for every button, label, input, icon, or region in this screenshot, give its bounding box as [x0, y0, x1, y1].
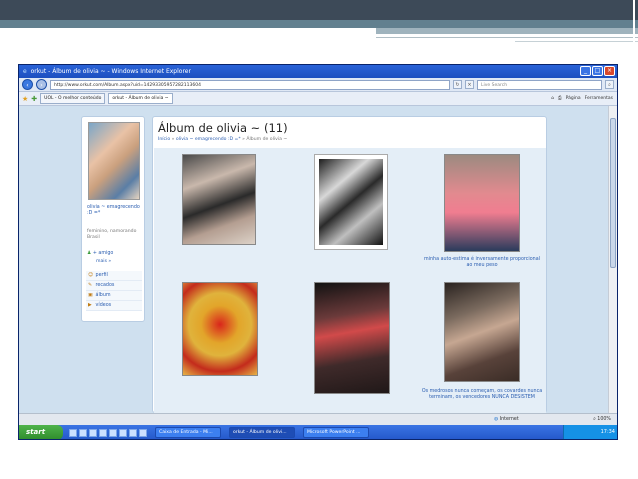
quick-launch-icon[interactable] — [139, 428, 147, 437]
maximize-icon[interactable]: □ — [592, 66, 603, 76]
slide-accent-stripe-short — [376, 28, 638, 34]
menu-item-label: recados — [95, 283, 115, 288]
profile-menu: ☺ perfil ✎ recados ▣ álbum ▶ vídeos — [86, 271, 142, 311]
refresh-icon[interactable]: ↻ — [453, 80, 462, 89]
photo-thumbnail[interactable] — [444, 154, 520, 252]
scrollbar-thumb[interactable] — [610, 118, 616, 268]
breadcrumb-home[interactable]: Início — [158, 137, 170, 142]
photo-thumbnail[interactable] — [182, 154, 256, 245]
back-arrow-icon[interactable]: ‹ — [22, 79, 33, 90]
photo-thumbnail[interactable] — [182, 282, 258, 376]
add-friend-icon: ♟ — [87, 251, 92, 256]
home-icon[interactable]: ⌂ — [551, 94, 554, 104]
quick-launch-icon[interactable] — [109, 428, 117, 437]
add-friend-label: + amigo — [92, 251, 114, 256]
profile-sidebar: olivia ~ emagrecendo :D =* feminino, nam… — [81, 116, 145, 322]
forward-arrow-icon[interactable]: › — [36, 79, 47, 90]
tab-orkut-album[interactable]: orkut - Álbum de olivia ~ — [108, 93, 173, 104]
profile-name[interactable]: olivia ~ emagrecendo :D =* — [87, 205, 143, 217]
menu-item-album[interactable]: ▣ álbum — [86, 291, 142, 301]
vertical-scrollbar[interactable] — [608, 106, 617, 413]
menu-item-label: álbum — [95, 293, 111, 298]
more-link[interactable]: mais » — [96, 259, 111, 264]
quick-launch-icon[interactable] — [119, 428, 127, 437]
scraps-icon: ✎ — [88, 283, 93, 288]
tab-bar: ★ ✚ UOL - O melhor conteúdo orkut - Álbu… — [19, 92, 617, 106]
window-controls: _ □ × — [580, 66, 615, 76]
browser-window: e orkut - Álbum de olivia ~ - Windows In… — [18, 64, 618, 440]
tools-menu[interactable]: Ferramentas — [585, 94, 613, 104]
slide-divider-line — [376, 37, 638, 38]
quick-launch-icon[interactable] — [69, 428, 77, 437]
page-viewport: olivia ~ emagrecendo :D =* feminino, nam… — [19, 106, 609, 414]
globe-icon: ◍ — [494, 417, 499, 422]
add-friend-link[interactable]: ♟ + amigo — [87, 251, 113, 256]
add-favorites-icon[interactable]: ✚ — [31, 95, 37, 103]
album-title: Álbum de olivia ~ (11) — [158, 121, 288, 135]
menu-item-label: vídeos — [95, 303, 112, 308]
system-tray: 17:34 — [563, 425, 617, 439]
photo-caption[interactable]: minha auto-estima é inversamente proporc… — [421, 257, 543, 269]
breadcrumb-profile[interactable]: olivia ~ emagrecendo :D =* — [176, 137, 241, 142]
minimize-icon[interactable]: _ — [580, 66, 591, 76]
stop-icon[interactable]: × — [465, 80, 474, 89]
address-bar: ‹ › http://www.orkut.com/Album.aspx?uid=… — [19, 78, 617, 92]
video-icon: ▶ — [88, 303, 92, 308]
photo-thumbnail[interactable] — [314, 282, 390, 394]
tab-uol[interactable]: UOL - O melhor conteúdo — [40, 93, 106, 104]
security-zone[interactable]: ◍ Internet — [494, 414, 519, 425]
slide-divider-line-short — [515, 41, 638, 42]
album-panel: Álbum de olivia ~ (11) Início » olivia ~… — [152, 116, 547, 414]
search-icon[interactable]: ⌕ — [605, 80, 614, 89]
profile-details: feminino, namorando Brasil — [87, 229, 137, 240]
menu-item-label: perfil — [95, 273, 108, 278]
zoom-level[interactable]: ⌕ 100% — [593, 414, 611, 425]
favorites-star-icon[interactable]: ★ — [22, 95, 28, 103]
quick-launch-icon[interactable] — [89, 428, 97, 437]
menu-item-videos[interactable]: ▶ vídeos — [86, 301, 142, 311]
search-input[interactable]: Live Search — [477, 79, 602, 90]
page-menu[interactable]: Página — [566, 94, 581, 104]
profile-photo[interactable] — [88, 122, 140, 200]
window-titlebar: e orkut - Álbum de olivia ~ - Windows In… — [19, 65, 617, 78]
menu-item-profile[interactable]: ☺ perfil — [86, 271, 142, 281]
quick-launch-icon[interactable] — [99, 428, 107, 437]
start-button[interactable]: start — [19, 425, 63, 439]
quick-launch-icon[interactable] — [129, 428, 137, 437]
clock[interactable]: 17:34 — [601, 429, 615, 435]
quick-launch — [69, 428, 147, 437]
status-bar: ◍ Internet ⌕ 100% — [19, 413, 617, 425]
photo-image — [319, 159, 383, 245]
close-icon[interactable]: × — [604, 66, 615, 76]
quick-launch-icon[interactable] — [79, 428, 87, 437]
breadcrumb: Início » olivia ~ emagrecendo :D =* » Ál… — [158, 137, 287, 142]
print-icon[interactable]: ⎙ — [558, 94, 562, 104]
command-bar: ⌂ ⎙ Página Ferramentas — [551, 94, 613, 104]
breadcrumb-current: Álbum de olivia ~ — [246, 137, 288, 142]
windows-taskbar: start Caixa de Entrada - Mi... orkut - Á… — [19, 425, 617, 439]
taskbar-item-powerpoint[interactable]: Microsoft PowerPoint ... — [303, 427, 369, 438]
url-input[interactable]: http://www.orkut.com/Album.aspx?uid=1429… — [50, 79, 450, 90]
internet-explorer-icon: e — [23, 68, 27, 75]
security-zone-label: Internet — [499, 417, 519, 422]
photo-thumbnail[interactable] — [444, 282, 520, 382]
window-title: orkut - Álbum de olivia ~ - Windows Inte… — [30, 68, 191, 75]
profile-icon: ☺ — [88, 273, 94, 278]
photo-thumbnail[interactable] — [314, 154, 388, 250]
zoom-level-label: 100% — [597, 417, 611, 422]
slide-vertical-divider — [633, 0, 635, 45]
slide-accent-stripe — [0, 20, 638, 28]
taskbar-item-orkut[interactable]: orkut - Álbum de olivi... — [229, 427, 295, 438]
taskbar-item-inbox[interactable]: Caixa de Entrada - Mi... — [155, 427, 221, 438]
album-icon: ▣ — [88, 293, 93, 298]
zoom-icon: ⌕ — [593, 417, 596, 422]
slide-header-bar — [0, 0, 638, 20]
photo-caption[interactable]: Os medrosos nunca começam, os covardes n… — [421, 389, 543, 401]
menu-item-scraps[interactable]: ✎ recados — [86, 281, 142, 291]
